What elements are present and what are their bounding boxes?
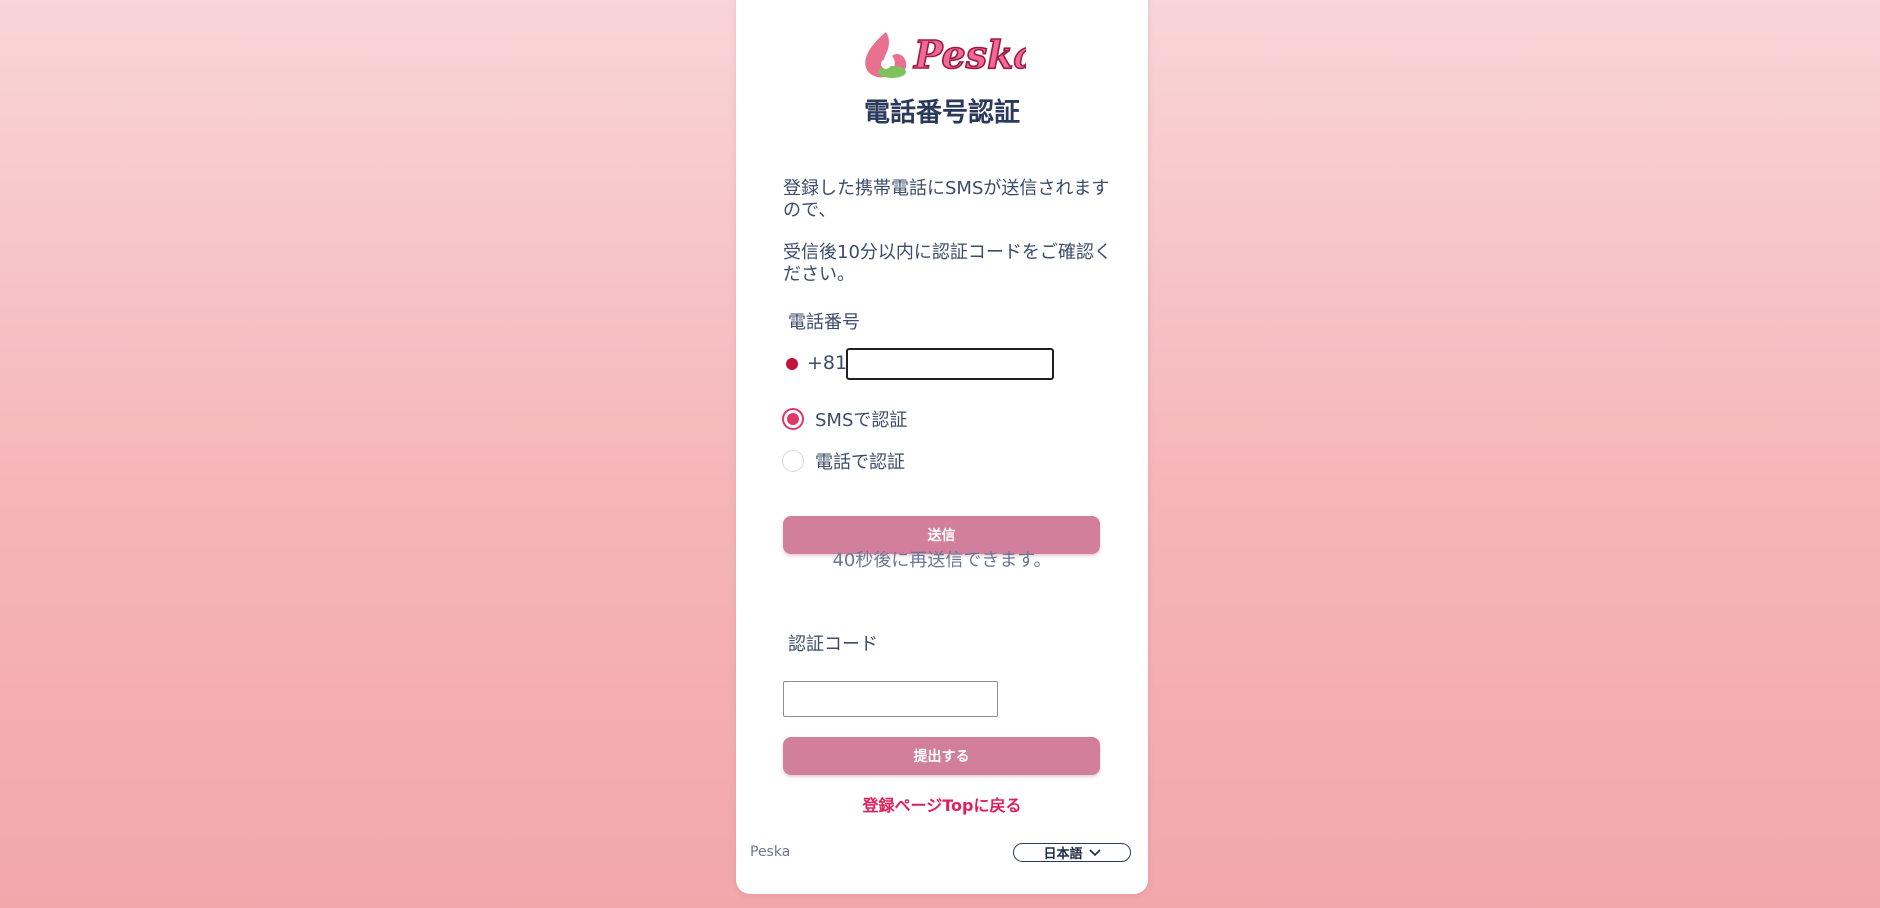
peska-logo: Peska [865,31,1026,78]
radio-button-checked[interactable] [782,408,804,430]
radio-label-sms: SMSで認証 [815,410,908,431]
logo-text: Peska [913,32,1026,77]
phone-number-label: 電話番号 [788,312,860,333]
submit-button[interactable]: 提出する [783,737,1100,775]
radio-verify-sms[interactable]: SMSで認証 [782,406,907,432]
radio-verify-call[interactable]: 電話で認証 [782,448,905,474]
intro-text-sms-sent: 登録した携帯電話にSMSが送信されますので、 [783,178,1110,221]
resend-countdown-text: 40秒後に再送信できます。 [832,550,1052,571]
language-label: 日本語 [1043,847,1083,862]
page-title: 電話番号認証 [863,98,1020,128]
country-code: +81 [807,352,848,374]
verification-code-input[interactable] [783,681,998,717]
phone-number-input[interactable] [846,348,1054,380]
peach-logo-icon [865,32,907,78]
intro-text-confirm-code: 受信後10分以内に認証コードをご確認ください。 [783,242,1112,285]
chevron-down-icon [1088,848,1101,856]
verification-card: Peska 電話番号認証 登録した携帯電話にSMSが送信されますので、 受信後1… [736,0,1148,894]
verification-code-label: 認証コード [788,634,878,655]
language-select[interactable]: 日本語 [1013,843,1131,862]
japan-flag-icon [786,358,798,370]
back-to-registration-link[interactable]: 登録ページTopに戻る [736,792,1148,816]
radio-label-call: 電話で認証 [815,452,905,473]
radio-button-unchecked[interactable] [782,450,804,472]
footer-brand: Peska [750,844,791,860]
